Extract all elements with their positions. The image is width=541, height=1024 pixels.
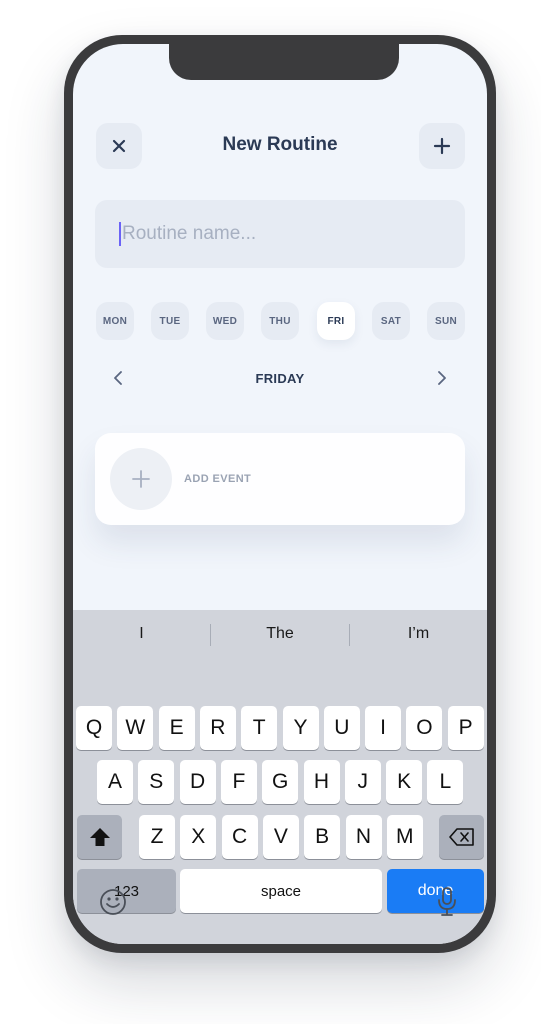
key-f[interactable]: F bbox=[220, 760, 257, 804]
key-r[interactable]: R bbox=[199, 706, 236, 750]
key-s[interactable]: S bbox=[138, 760, 175, 804]
key-v[interactable]: V bbox=[262, 815, 299, 859]
key-m[interactable]: M bbox=[386, 815, 423, 859]
add-event-button[interactable] bbox=[110, 448, 172, 510]
key-c[interactable]: C bbox=[221, 815, 258, 859]
key-p[interactable]: P bbox=[447, 706, 484, 750]
app-screen: New Routine MONTUEWEDTHUFRISATSUN FRIDAY bbox=[73, 44, 487, 944]
on-screen-keyboard: I The I’m QWERTYUIOP ASDFGHJKL ZXCVBNM 1… bbox=[73, 610, 487, 944]
key-q[interactable]: Q bbox=[76, 706, 112, 750]
key-e[interactable]: E bbox=[158, 706, 195, 750]
day-thu-button[interactable]: THU bbox=[261, 302, 299, 340]
key-y[interactable]: Y bbox=[282, 706, 319, 750]
day-sat-button[interactable]: SAT bbox=[372, 302, 410, 340]
routine-name-input[interactable] bbox=[122, 223, 422, 245]
shift-icon bbox=[89, 828, 110, 846]
plus-icon bbox=[132, 470, 150, 488]
key-b[interactable]: B bbox=[304, 815, 341, 859]
key-h[interactable]: H bbox=[303, 760, 340, 804]
key-l[interactable]: L bbox=[427, 760, 464, 804]
emoji-button[interactable] bbox=[99, 888, 129, 918]
plus-icon bbox=[433, 137, 451, 155]
day-tue-button[interactable]: TUE bbox=[151, 302, 189, 340]
key-d[interactable]: D bbox=[179, 760, 216, 804]
key-j[interactable]: J bbox=[344, 760, 381, 804]
key-n[interactable]: N bbox=[345, 815, 382, 859]
suggestion-2[interactable]: The bbox=[211, 610, 349, 658]
key-w[interactable]: W bbox=[117, 706, 154, 750]
device-notch bbox=[169, 44, 399, 80]
add-event-card[interactable]: ADD EVENT bbox=[95, 433, 465, 525]
key-g[interactable]: G bbox=[262, 760, 299, 804]
suggestion-3[interactable]: I’m bbox=[350, 610, 487, 658]
shift-key[interactable] bbox=[77, 815, 122, 859]
microphone-icon bbox=[438, 887, 456, 916]
key-i[interactable]: I bbox=[365, 706, 402, 750]
chevron-right-icon bbox=[438, 371, 446, 385]
key-o[interactable]: O bbox=[406, 706, 443, 750]
add-event-label: ADD EVENT bbox=[184, 473, 252, 485]
space-key[interactable]: space bbox=[180, 869, 382, 913]
current-day-label: FRIDAY bbox=[255, 371, 305, 386]
day-fri-button[interactable]: FRI bbox=[317, 302, 355, 340]
text-caret bbox=[119, 222, 121, 246]
key-t[interactable]: T bbox=[241, 706, 278, 750]
dictation-button[interactable] bbox=[435, 886, 461, 918]
phone-frame: New Routine MONTUEWEDTHUFRISATSUN FRIDAY bbox=[64, 35, 496, 953]
day-wed-button[interactable]: WED bbox=[206, 302, 244, 340]
backspace-key[interactable] bbox=[439, 815, 484, 859]
key-a[interactable]: A bbox=[97, 760, 133, 804]
next-day-button[interactable] bbox=[430, 366, 454, 390]
emoji-icon bbox=[100, 889, 126, 915]
routine-name-field[interactable] bbox=[95, 200, 465, 268]
suggestion-1[interactable]: I bbox=[73, 610, 210, 658]
add-routine-button[interactable] bbox=[419, 123, 465, 169]
key-u[interactable]: U bbox=[323, 706, 360, 750]
key-z[interactable]: Z bbox=[139, 815, 175, 859]
backspace-icon bbox=[448, 828, 474, 846]
key-x[interactable]: X bbox=[180, 815, 217, 859]
day-sun-button[interactable]: SUN bbox=[427, 302, 465, 340]
key-k[interactable]: K bbox=[386, 760, 423, 804]
day-mon-button[interactable]: MON bbox=[96, 302, 134, 340]
